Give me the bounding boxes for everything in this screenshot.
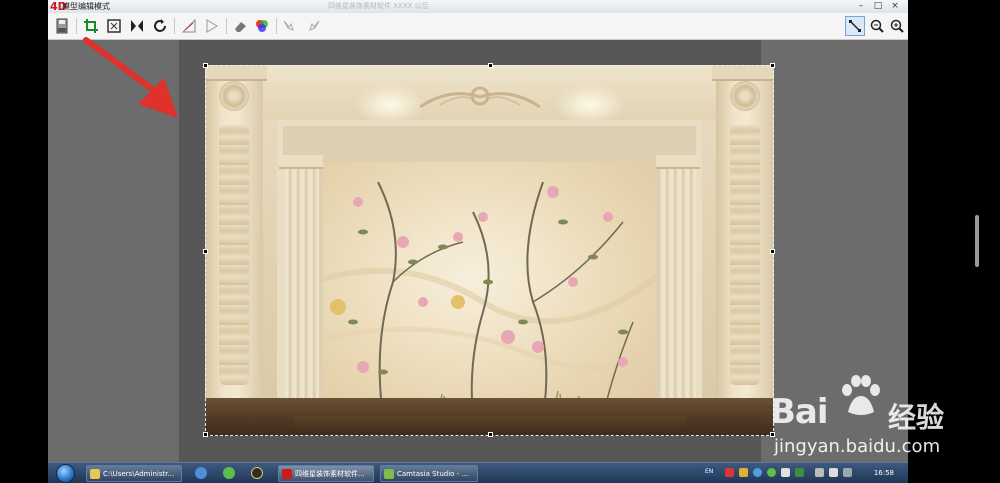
- system-tray: EN 16:58: [693, 465, 908, 482]
- window-title-bar: 4D 模型编辑模式 四维星装饰素材软件 XXXX 以后 – □ ×: [48, 0, 908, 14]
- overlay-scroll-indicator: [975, 215, 979, 267]
- zoom-out-icon: [870, 19, 884, 33]
- volume-icon[interactable]: [829, 468, 838, 477]
- wechat-icon[interactable]: [223, 467, 235, 479]
- clock[interactable]: 16:58: [874, 467, 894, 480]
- folder-icon: [90, 468, 100, 479]
- tray-power-icon[interactable]: [843, 468, 852, 477]
- window-title: 模型编辑模式: [62, 2, 110, 11]
- right-pillar: [712, 65, 774, 436]
- floral-marble-panel: [323, 162, 656, 416]
- left-pillar: [205, 65, 267, 436]
- watermark-url: jingyan.baidu.com: [774, 436, 941, 457]
- tray-shield-icon[interactable]: [739, 468, 748, 477]
- color-icon: [256, 20, 268, 32]
- minimize-button[interactable]: –: [854, 1, 868, 11]
- taskbar: C:\Users\Administr... 四维星装饰素材软件... Camta…: [48, 462, 908, 483]
- fireplace-model-image[interactable]: [205, 65, 774, 436]
- crest-ornament: [420, 86, 540, 109]
- mirror-button[interactable]: [202, 16, 222, 36]
- tray-network-icon[interactable]: [815, 468, 824, 477]
- taskbar-app-button[interactable]: 四维星装饰素材软件...: [278, 465, 374, 482]
- watermark-brand: Bai: [770, 392, 829, 432]
- save-button[interactable]: [52, 16, 72, 36]
- color-button[interactable]: [252, 16, 272, 36]
- tray-flag-icon[interactable]: [725, 468, 734, 477]
- baidu-paw-icon: [842, 375, 880, 415]
- select-tool-button[interactable]: [845, 16, 865, 36]
- language-indicator[interactable]: EN: [703, 467, 716, 476]
- taskbar-camtasia-button[interactable]: Camtasia Studio - ...: [380, 465, 478, 482]
- tray-app-icon[interactable]: [781, 468, 790, 477]
- camtasia-icon: [384, 468, 394, 479]
- ie-icon[interactable]: [195, 467, 207, 479]
- watermark-jingyan: 经验: [888, 401, 945, 434]
- eraser-icon: [235, 22, 246, 32]
- save-icon: [56, 18, 68, 34]
- zoom-in-icon: [890, 19, 904, 33]
- mirror-icon: [206, 19, 218, 33]
- app-4d-icon: [282, 468, 292, 479]
- baidu-watermark: Bai 经验 jingyan.baidu.com: [770, 370, 970, 465]
- zoom-in-button[interactable]: [887, 16, 907, 36]
- taskbar-explorer-button[interactable]: C:\Users\Administr...: [86, 465, 182, 482]
- bird-left-icon: [283, 20, 294, 31]
- start-button[interactable]: [56, 464, 75, 483]
- close-button[interactable]: ×: [888, 1, 902, 11]
- floral-painting: [323, 181, 656, 416]
- zoom-out-button[interactable]: [867, 16, 887, 36]
- annotation-arrow-icon: [83, 37, 178, 118]
- tray-security-icon[interactable]: [795, 468, 804, 477]
- eraser-button[interactable]: [231, 16, 251, 36]
- tray-wechat-icon[interactable]: [767, 468, 776, 477]
- right-inner-column: [656, 155, 700, 436]
- restore-button[interactable]: □: [871, 1, 885, 11]
- bird-left-button[interactable]: [280, 16, 300, 36]
- base-step: [293, 416, 685, 436]
- bird-right-button[interactable]: [303, 16, 323, 36]
- select-tool-icon: [849, 20, 861, 32]
- qq-icon[interactable]: [251, 467, 263, 479]
- bird-right-icon: [309, 20, 320, 31]
- window-center-title: 四维星装饰素材软件 XXXX 以后: [328, 2, 429, 10]
- tray-globe-icon[interactable]: [753, 468, 762, 477]
- left-inner-column: [279, 155, 323, 436]
